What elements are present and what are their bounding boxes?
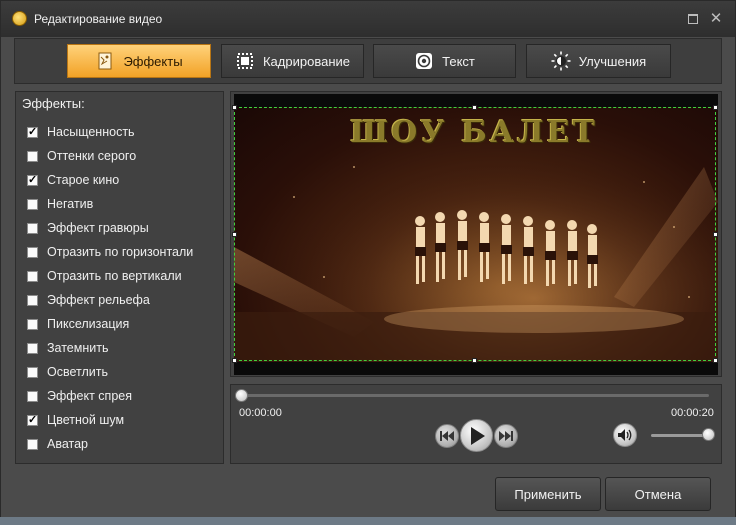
effect-checkbox[interactable] [27,246,38,258]
taskbar-strip [0,517,736,525]
effect-label: Осветлить [47,365,108,379]
effect-checkbox[interactable] [27,318,38,330]
effect-label: Насыщенность [47,125,135,139]
effect-item[interactable]: Эффект гравюры [27,219,149,237]
brightness-icon [551,51,571,71]
crop-handle-top-left[interactable] [232,105,237,110]
effect-checkbox[interactable] [27,294,38,306]
crop-handle-bottom-left[interactable] [232,358,237,363]
total-time: 00:00:20 [671,407,714,419]
volume-slider[interactable] [651,434,709,437]
effect-item[interactable]: Эффект рельефа [27,291,150,309]
effect-checkbox[interactable] [27,222,38,234]
crop-handle-bottom[interactable] [472,358,477,363]
effect-label: Эффект рельефа [47,293,150,307]
seek-bar[interactable] [240,394,709,397]
crop-handle-top-right[interactable] [713,105,718,110]
effect-item[interactable]: Негатив [27,195,93,213]
window-title: Редактирование видео [34,12,163,26]
close-button[interactable]: ✕ [707,10,725,28]
video-frame-image: ШОУ БАЛЕТ [234,107,718,362]
effect-checkbox[interactable] [27,198,38,210]
effect-label: Аватар [47,437,89,451]
overlay-title-text: ШОУ БАЛЕТ [350,115,598,150]
effect-item[interactable]: ✓ Старое кино [27,171,119,189]
current-time: 00:00:00 [239,407,282,419]
crop-icon [236,53,253,69]
effect-checkbox[interactable] [27,342,38,354]
effect-item[interactable]: ✓ Цветной шум [27,411,124,429]
effect-item[interactable]: Оттенки серого [27,147,136,165]
tab-effects-label: Эффекты [123,53,183,69]
effect-checkbox[interactable] [27,366,38,378]
tab-enhancements-label: Улучшения [578,53,647,69]
effect-label: Оттенки серого [47,149,137,163]
cancel-button[interactable]: Отмена [605,477,711,511]
tab-bar: Эффекты Кадрирование Текст Улучшения [14,38,722,84]
effect-label: Отразить по вертикали [47,269,182,283]
effect-checkbox[interactable] [27,438,38,450]
effect-item[interactable]: ✓ Насыщенность [27,123,135,141]
effect-checkbox[interactable]: ✓ [27,126,38,138]
apply-button[interactable]: Применить [495,477,601,511]
crop-handle-top[interactable] [472,105,477,110]
text-icon [416,53,433,69]
effect-checkbox[interactable]: ✓ [27,174,38,186]
effects-title: Эффекты: [22,96,85,111]
effect-label: Затемнить [47,341,109,355]
effect-label: Цветной шум [47,413,125,427]
play-icon [470,426,485,445]
skip-back-icon [440,431,454,441]
app-icon [12,11,27,26]
effect-label: Эффект спрея [47,389,133,403]
effect-item[interactable]: Эффект спрея [27,387,132,405]
effect-label: Отразить по горизонтали [47,245,194,259]
effect-item[interactable]: Отразить по горизонтали [27,243,193,261]
tab-text-label: Текст [442,53,475,69]
effect-checkbox[interactable]: ✓ [27,414,38,426]
skip-forward-icon [499,431,513,441]
effect-item[interactable]: Затемнить [27,339,108,357]
next-button[interactable] [494,424,518,448]
effect-item[interactable]: Аватар [27,435,88,453]
volume-handle[interactable] [702,428,715,441]
maximize-button[interactable] [684,10,702,28]
tab-crop[interactable]: Кадрирование [221,44,364,78]
crop-handle-bottom-right[interactable] [713,358,718,363]
effect-label: Негатив [47,197,94,211]
previous-button[interactable] [435,424,459,448]
effect-item[interactable]: Осветлить [27,363,108,381]
title-bar: Редактирование видео ✕ [1,1,735,37]
seek-handle[interactable] [235,389,248,402]
effect-checkbox[interactable] [27,270,38,282]
effect-item[interactable]: Пикселизация [27,315,129,333]
effect-item[interactable]: Отразить по вертикали [27,267,182,285]
tab-effects[interactable]: Эффекты [67,44,211,78]
effects-icon [98,52,112,70]
tab-crop-label: Кадрирование [262,53,350,69]
effect-checkbox[interactable] [27,390,38,402]
crop-handle-right[interactable] [713,232,718,237]
video-preview: ШОУ БАЛЕТ [234,94,718,375]
crop-handle-left[interactable] [232,232,237,237]
maximize-icon [688,14,698,24]
play-button[interactable] [460,419,493,452]
effect-label: Пикселизация [47,317,130,331]
effect-label: Эффект гравюры [47,221,149,235]
video-editor-window: Редактирование видео ✕ Эффекты Кадрирова… [0,0,736,525]
tab-text[interactable]: Текст [373,44,516,78]
speaker-icon [618,429,632,441]
volume-button[interactable] [613,423,637,447]
effect-label: Старое кино [47,173,120,187]
tab-enhancements[interactable]: Улучшения [526,44,671,78]
effect-checkbox[interactable] [27,150,38,162]
